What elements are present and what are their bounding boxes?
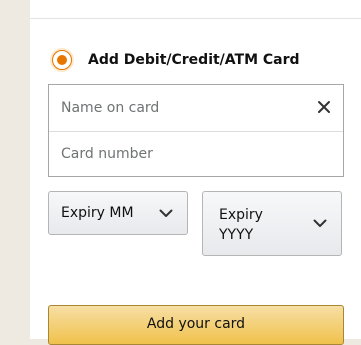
expiry-year-select[interactable]: Expiry YYYY (202, 191, 342, 256)
expiry-month-label: Expiry MM (61, 205, 134, 221)
name-on-card-field[interactable]: Name on card (49, 85, 343, 132)
add-card-option-label[interactable]: Add Debit/Credit/ATM Card (88, 52, 300, 68)
expiry-year-label: Expiry YYYY (219, 207, 263, 243)
add-card-button-label: Add your card (146, 316, 246, 332)
add-card-button[interactable]: Add your card (48, 305, 344, 345)
close-icon[interactable] (317, 100, 331, 114)
card-number-field[interactable]: Card number (49, 131, 343, 177)
radio-selected-dot (57, 55, 67, 65)
chevron-down-icon (159, 209, 173, 217)
section-divider (30, 0, 361, 19)
add-card-option[interactable]: Add Debit/Credit/ATM Card (52, 48, 300, 72)
radio-button[interactable] (52, 50, 72, 70)
expiry-month-select[interactable]: Expiry MM (48, 191, 188, 235)
card-details-form: Name on card Card number (48, 84, 344, 177)
chevron-down-icon (313, 219, 327, 227)
name-on-card-placeholder: Name on card (61, 100, 160, 116)
card-number-placeholder: Card number (61, 146, 153, 162)
